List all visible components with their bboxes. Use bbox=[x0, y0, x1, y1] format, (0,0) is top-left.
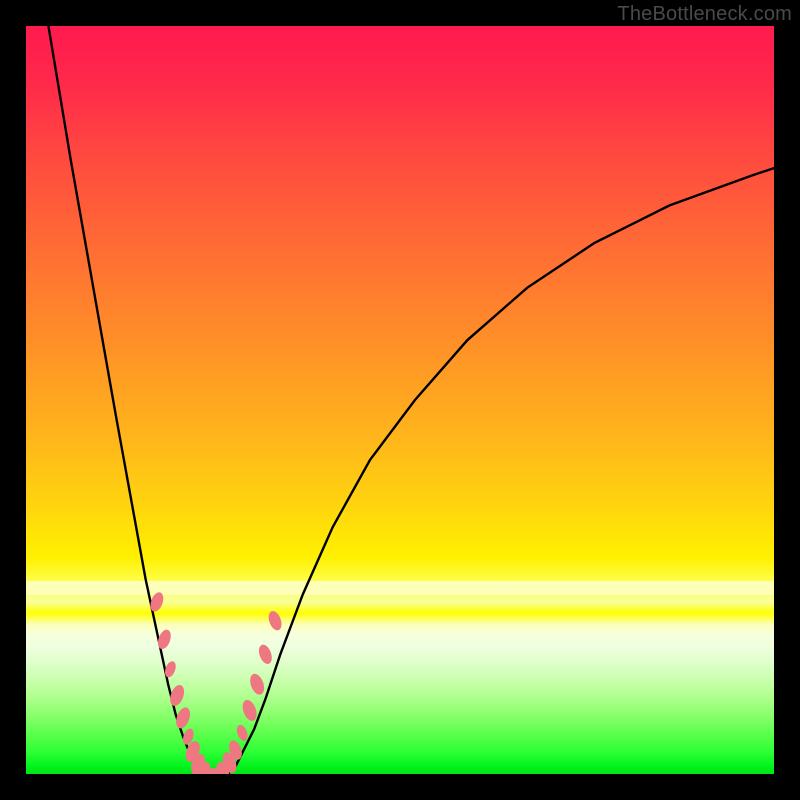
curve-right-branch bbox=[228, 168, 774, 774]
bead-right-3 bbox=[235, 723, 250, 742]
bead-right-6 bbox=[256, 643, 274, 666]
plot-area bbox=[26, 26, 774, 774]
outer-frame: TheBottleneck.com bbox=[0, 0, 800, 800]
bead-right-4 bbox=[240, 698, 259, 723]
watermark-text: TheBottleneck.com bbox=[617, 3, 792, 26]
curve-left-branch bbox=[48, 26, 205, 774]
bead-right-5 bbox=[248, 672, 267, 697]
curve-layer bbox=[26, 26, 774, 774]
bead-right-7 bbox=[266, 609, 284, 632]
